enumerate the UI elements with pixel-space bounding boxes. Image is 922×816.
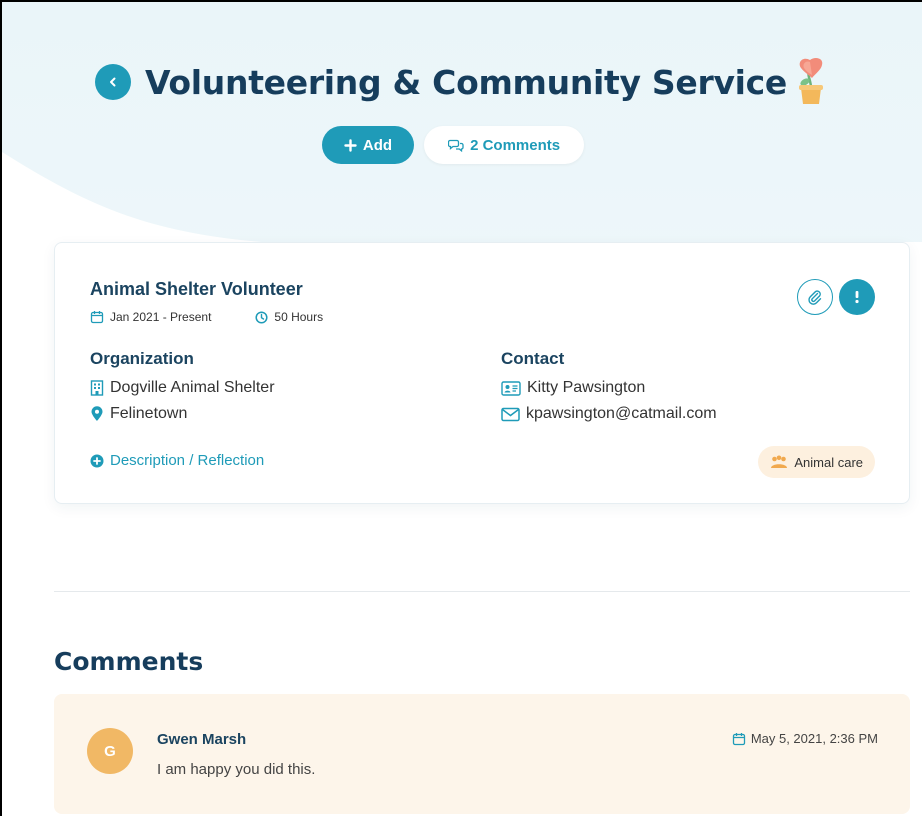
comment-date: May 5, 2021, 2:36 PM (732, 731, 878, 746)
organization-location-row: Felinetown (90, 401, 275, 427)
contact-email-row: kpawsington@catmail.com (501, 401, 717, 427)
organization-name-row: Dogville Animal Shelter (90, 375, 275, 401)
page-frame: Volunteering & Community Service Add 2 C… (0, 0, 922, 816)
plus-icon (344, 138, 357, 152)
potted-flower-icon (799, 57, 824, 104)
add-button[interactable]: Add (321, 126, 415, 164)
category-tag-label: Animal care (794, 454, 863, 470)
volunteer-entry-card: Animal Shelter Volunteer Jan 2021 - Pres… (54, 242, 910, 504)
entry-hours: 50 Hours (255, 310, 323, 324)
avatar: G (87, 728, 133, 774)
comments-button[interactable]: 2 Comments (424, 126, 585, 164)
contact-heading: Contact (501, 349, 565, 368)
organization-section: Organization Dogville Animal Shelter Fel… (90, 349, 275, 427)
entry-title: Animal Shelter Volunteer (90, 279, 303, 299)
comments-heading: Comments (54, 647, 204, 676)
more-vertical-icon (855, 291, 859, 304)
header-actions: Add 2 Comments (2, 126, 922, 166)
clock-icon (255, 310, 268, 324)
contact-section: Contact Kitty Pawsington kpawsington@cat… (501, 349, 717, 427)
calendar-icon (90, 311, 104, 324)
entry-date-range: Jan 2021 - Present (110, 310, 212, 324)
organization-heading: Organization (90, 349, 194, 368)
contact-email[interactable]: kpawsington@catmail.com (526, 405, 717, 423)
chevron-left-icon (109, 77, 116, 87)
description-toggle-label: Description / Reflection (110, 452, 265, 469)
comment-text: I am happy you did this. (157, 761, 316, 778)
category-tag: Animal care (758, 446, 875, 478)
map-pin-icon (91, 406, 103, 421)
back-button[interactable] (94, 64, 131, 100)
page-header: Volunteering & Community Service (2, 54, 922, 110)
calendar-icon (732, 732, 745, 745)
add-button-label: Add (362, 136, 393, 154)
envelope-icon (501, 407, 520, 421)
contact-name-row: Kitty Pawsington (501, 375, 717, 401)
plus-circle-icon (90, 454, 104, 467)
comments-button-label: 2 Comments (470, 136, 561, 154)
attach-button[interactable] (797, 279, 833, 315)
id-card-icon (501, 380, 521, 396)
organization-name: Dogville Animal Shelter (110, 379, 275, 396)
entry-actions (797, 279, 875, 315)
building-icon (90, 380, 104, 396)
paperclip-icon (808, 290, 822, 305)
comment-item: G Gwen Marsh I am happy you did this. Ma… (54, 694, 910, 814)
paw-group-icon (771, 455, 788, 468)
more-options-button[interactable] (839, 279, 875, 315)
entry-date: Jan 2021 - Present (90, 310, 211, 324)
entry-hours-value: 50 Hours (274, 310, 324, 324)
description-toggle[interactable]: Description / Reflection (90, 452, 264, 469)
comment-date-value: May 5, 2021, 2:36 PM (750, 731, 878, 746)
page-title: Volunteering & Community Service (144, 62, 788, 102)
comment-author: Gwen Marsh (157, 731, 247, 748)
chat-bubbles-icon (448, 139, 464, 152)
entry-meta: Jan 2021 - Present 50 Hours (90, 310, 323, 324)
section-divider (54, 591, 910, 592)
contact-name: Kitty Pawsington (527, 379, 646, 396)
organization-location: Felinetown (110, 405, 188, 422)
